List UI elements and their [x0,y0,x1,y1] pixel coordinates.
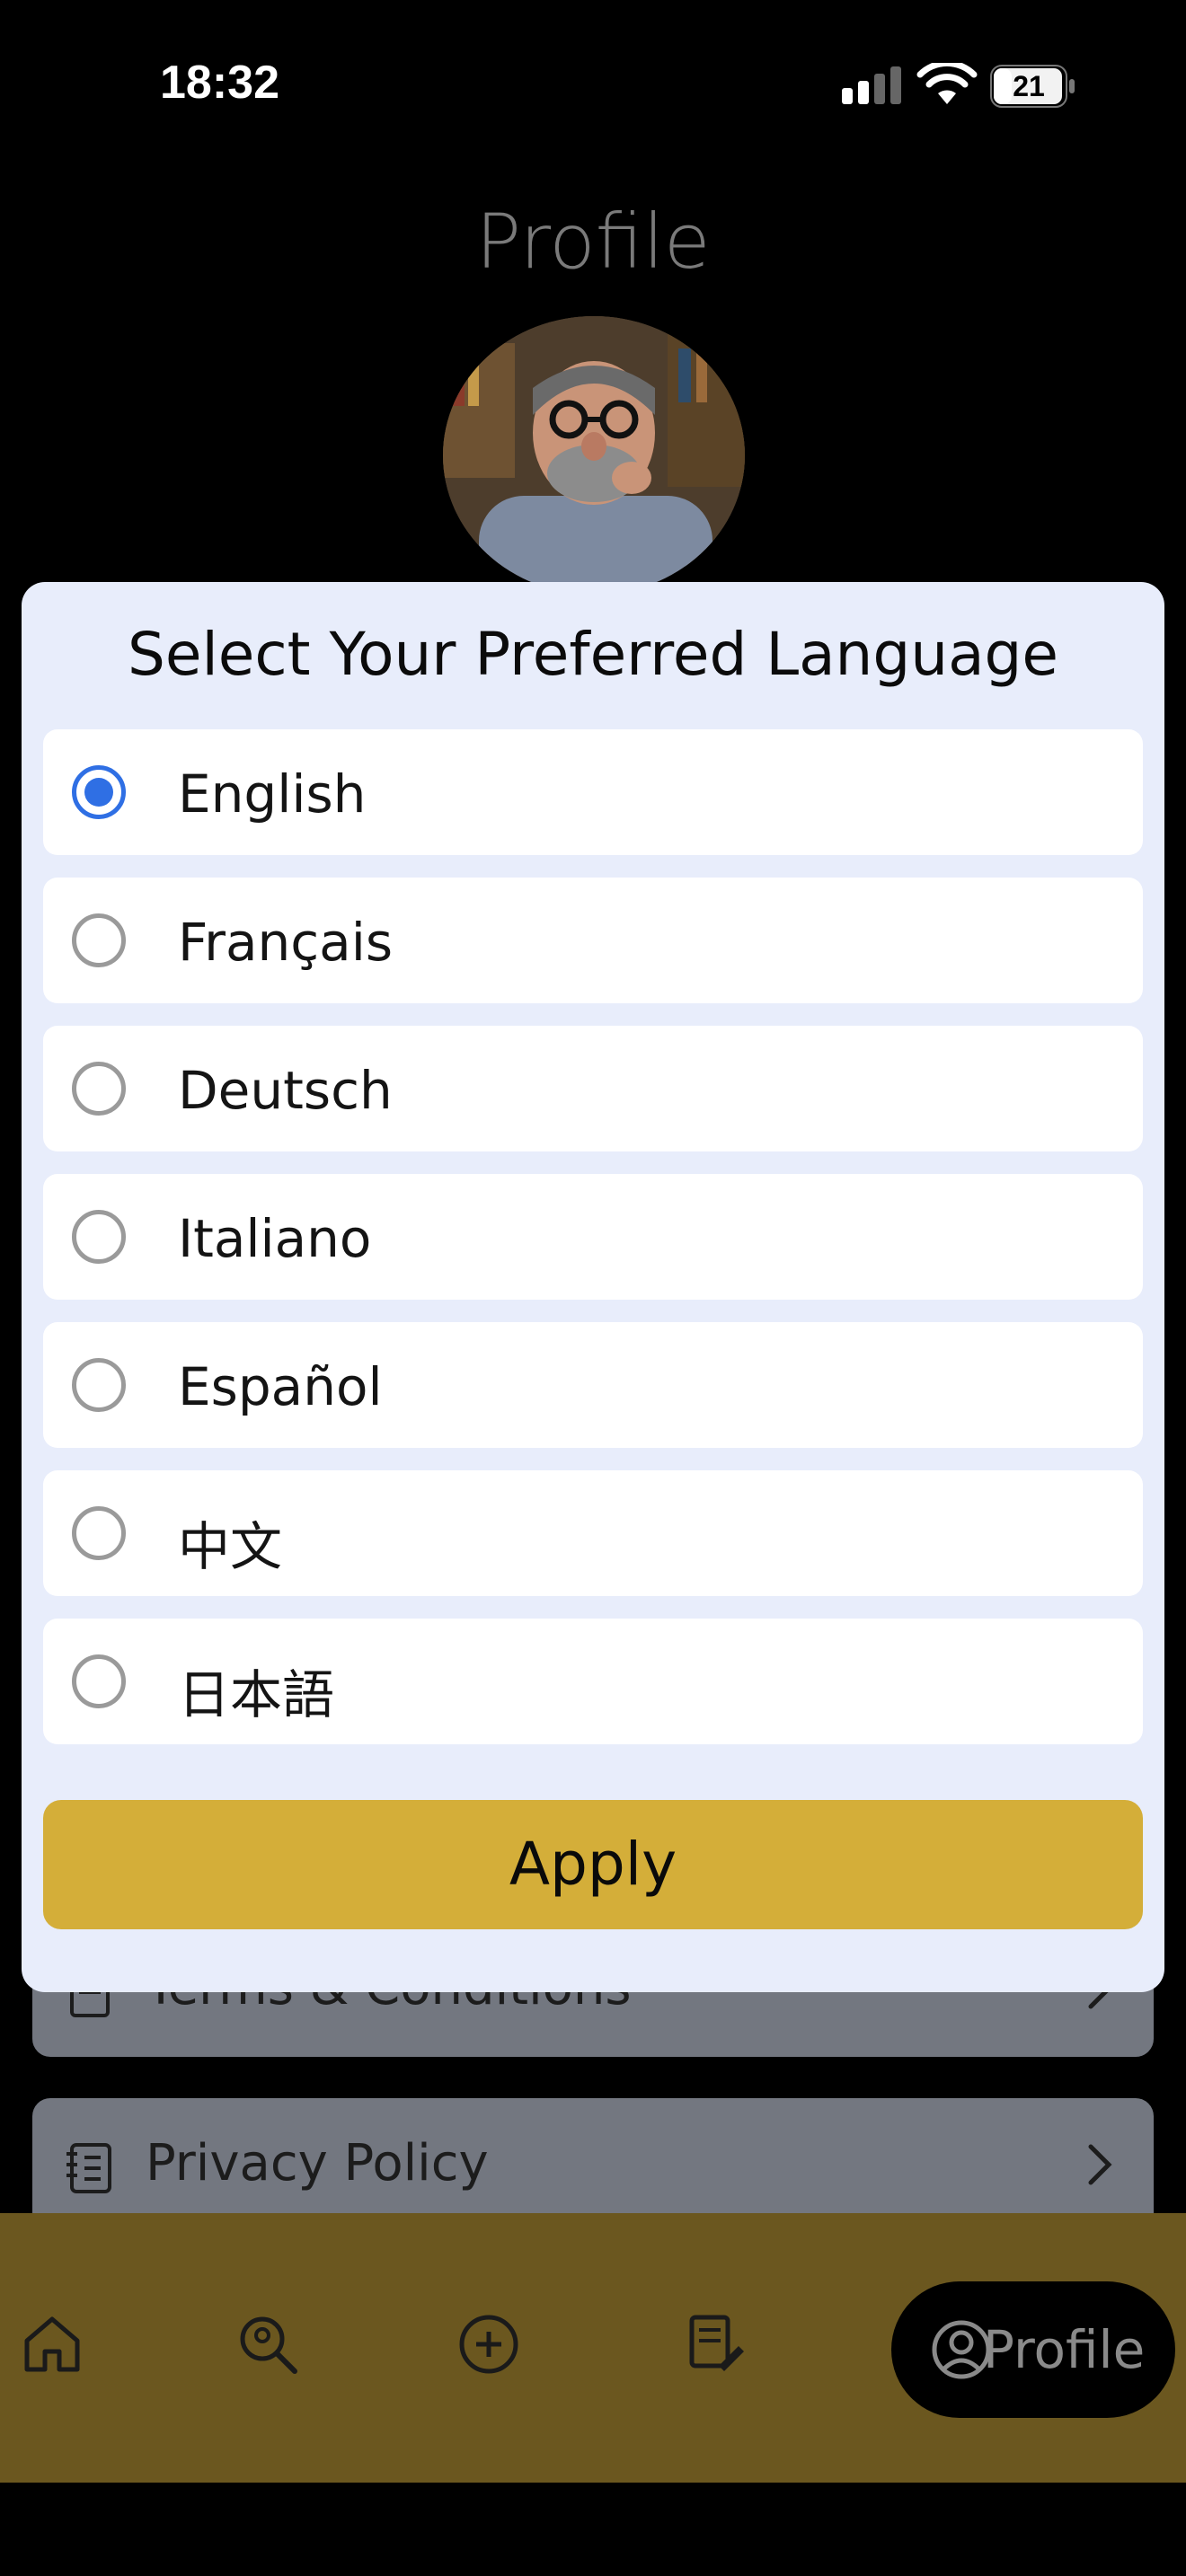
page-title: Profile [475,198,711,286]
language-option-spanish[interactable]: Español [43,1322,1143,1448]
signal-icon [842,66,901,104]
menu-item-label: Privacy Policy [146,2134,489,2192]
language-option-german[interactable]: Deutsch [43,1026,1143,1151]
radio-button[interactable] [72,1062,126,1116]
language-label: Français [178,912,394,973]
language-label: 中文 [178,1516,283,1577]
nav-profile-label: Profile [983,2319,1146,2380]
wifi-icon [916,63,978,104]
search-icon[interactable] [234,2310,302,2378]
add-icon[interactable] [455,2310,523,2378]
language-label: Deutsch [178,1060,393,1121]
notebook-icon [66,2143,111,2193]
language-label: 日本語 [178,1664,335,1725]
battery-level: 21 [1013,70,1045,102]
language-option-italian[interactable]: Italiano [43,1174,1143,1300]
language-option-chinese[interactable]: 中文 [43,1470,1143,1596]
chevron-right-icon [1088,2144,1112,2185]
radio-button[interactable] [72,765,126,819]
home-icon[interactable] [18,2310,86,2378]
nav-profile-button[interactable]: Profile [891,2281,1175,2418]
radio-button[interactable] [72,913,126,967]
status-bar: 18:32 21 [0,0,1186,171]
document-edit-icon[interactable] [679,2310,748,2378]
language-option-english[interactable]: English [43,729,1143,855]
language-option-japanese[interactable]: 日本語 [43,1619,1143,1744]
language-label: English [178,763,367,825]
modal-title: Select Your Preferred Language [127,620,1059,689]
apply-button[interactable]: Apply [43,1800,1143,1929]
avatar[interactable] [443,316,745,595]
radio-button[interactable] [72,1654,126,1708]
status-time: 18:32 [160,57,279,109]
radio-button[interactable] [72,1506,126,1560]
language-label: Italiano [178,1208,372,1269]
language-label: Español [178,1356,383,1417]
radio-button[interactable] [72,1358,126,1412]
language-modal: Select Your Preferred Language English F… [22,582,1164,1992]
radio-button[interactable] [72,1210,126,1264]
language-option-french[interactable]: Français [43,878,1143,1003]
bottom-nav: Profile [0,2213,1186,2483]
